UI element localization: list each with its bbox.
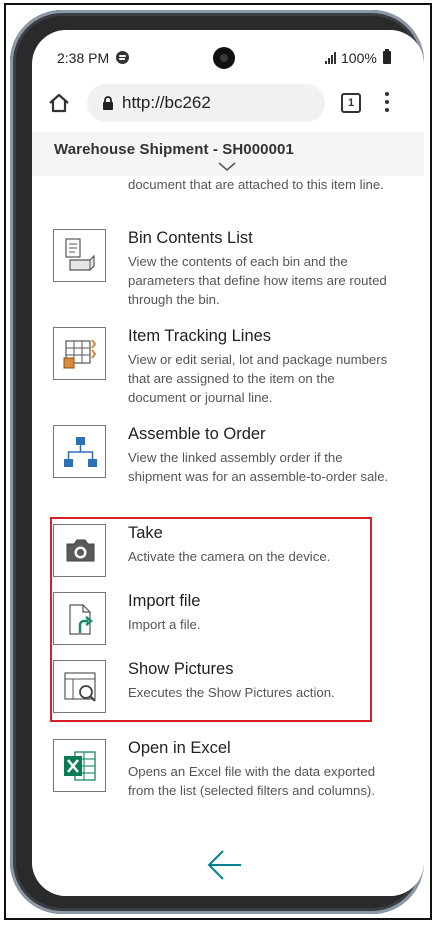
signal-icon (325, 52, 339, 64)
item-tracking-icon (53, 327, 106, 380)
battery-icon (383, 49, 391, 64)
battery-percent: 100% (341, 50, 377, 66)
phone-screen: 2:38 PM 100% http://bc262 1 Warehouse Sh… (32, 30, 424, 896)
status-bar: 2:38 PM 100% (32, 30, 424, 82)
phone-body: 2:38 PM 100% http://bc262 1 Warehouse Sh… (10, 10, 424, 914)
spotify-icon (116, 51, 129, 64)
action-title: Bin Contents List (128, 229, 253, 247)
url-bar[interactable]: http://bc262 (87, 84, 325, 122)
browser-bar: http://bc262 1 (32, 82, 424, 132)
action-description: View the contents of each bin and the pa… (128, 254, 387, 307)
page-header: Warehouse Shipment - SH000001 (32, 132, 424, 176)
back-arrow-icon[interactable] (205, 848, 245, 887)
partial-item-description: document that are attached to this item … (128, 177, 384, 192)
tabs-count-icon[interactable]: 1 (341, 93, 361, 113)
hierarchy-icon (53, 425, 106, 478)
url-text: http://bc262 (122, 93, 211, 112)
action-title: Open in Excel (128, 739, 231, 757)
action-description: View or edit serial, lot and package num… (128, 352, 388, 405)
action-title: Item Tracking Lines (128, 327, 272, 345)
excel-icon (53, 739, 106, 792)
status-time: 2:38 PM (57, 50, 110, 66)
action-description: Opens an Excel file with the data export… (128, 764, 376, 798)
front-camera-icon (213, 47, 235, 69)
lock-icon (102, 96, 114, 115)
page-title: Warehouse Shipment - SH000001 (54, 141, 294, 158)
more-menu-icon[interactable] (384, 92, 390, 114)
home-icon[interactable] (48, 92, 70, 119)
bottom-bar (32, 840, 424, 896)
action-description: View the linked assembly order if the sh… (128, 450, 389, 484)
bin-contents-icon (53, 229, 106, 282)
action-title: Assemble to Order (128, 425, 266, 443)
actions-list: document that are attached to this item … (32, 176, 424, 840)
highlight-box (50, 517, 372, 722)
